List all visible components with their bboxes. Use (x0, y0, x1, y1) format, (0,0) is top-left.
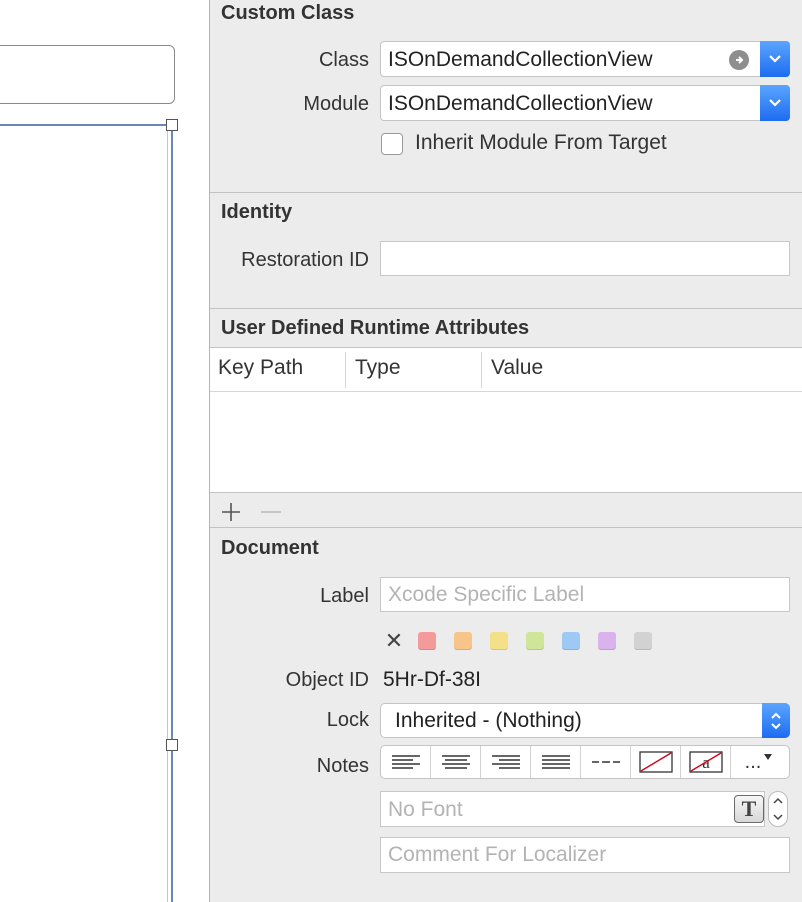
natural-align-icon (591, 761, 620, 763)
no-background-button[interactable] (631, 746, 681, 778)
comment-field[interactable] (380, 837, 790, 873)
custom-class-title: Custom Class (221, 2, 355, 24)
doc-label-label: Label (320, 585, 369, 607)
column-value[interactable]: Value (491, 356, 543, 380)
notes-format-toolbar: a ... (380, 745, 790, 779)
restoration-id-field[interactable] (380, 241, 790, 276)
module-combobox[interactable]: ISOnDemandCollectionView (380, 85, 790, 121)
color-swatch-gray[interactable] (634, 632, 652, 650)
class-dropdown-button[interactable] (760, 41, 790, 77)
color-swatch-green[interactable] (526, 632, 544, 650)
no-text-color-button[interactable]: a (681, 746, 731, 778)
section-divider (210, 308, 802, 309)
go-to-class-icon[interactable] (729, 50, 749, 70)
up-down-chevron-icon (771, 712, 781, 729)
class-combobox[interactable]: ISOnDemandCollectionView (380, 41, 790, 77)
document-title: Document (221, 537, 319, 559)
more-format-label: ... (744, 750, 762, 773)
resize-handle-top-right[interactable] (166, 119, 178, 131)
module-value[interactable]: ISOnDemandCollectionView (388, 92, 653, 116)
color-swatch-blue[interactable] (562, 632, 580, 650)
runtime-attributes-title: User Defined Runtime Attributes (221, 317, 530, 339)
align-right-icon (491, 755, 520, 769)
table-toolbar (210, 497, 802, 527)
column-type[interactable]: Type (355, 356, 401, 380)
clear-color-icon[interactable]: ✕ (384, 628, 404, 654)
natural-align-button[interactable] (581, 746, 631, 778)
chevron-up-icon (773, 797, 783, 804)
canvas-text-field[interactable] (0, 45, 175, 104)
align-center-icon (441, 755, 470, 769)
module-label: Module (303, 93, 369, 115)
font-picker-icon[interactable]: T (734, 795, 764, 823)
font-placeholder: No Font (388, 798, 463, 821)
storyboard-canvas[interactable] (0, 0, 209, 902)
label-color-picker: ✕ (384, 628, 670, 654)
selected-view-frame[interactable] (0, 124, 173, 902)
notes-font-field[interactable]: No Font T (380, 791, 765, 827)
chevron-down-icon (773, 814, 783, 821)
font-size-stepper[interactable] (768, 791, 788, 827)
align-left-icon (391, 755, 420, 769)
identity-title: Identity (221, 201, 293, 223)
column-key-path[interactable]: Key Path (218, 356, 303, 380)
remove-icon[interactable] (259, 501, 283, 523)
section-divider (210, 192, 802, 193)
identity-inspector: Custom Class Class ISOnDemandCollectionV… (209, 0, 802, 902)
color-swatch-purple[interactable] (598, 632, 616, 650)
justify-button[interactable] (531, 746, 581, 778)
lock-label: Lock (326, 709, 369, 731)
object-id-label: Object ID (285, 669, 369, 691)
column-separator (345, 352, 346, 388)
comment-input[interactable] (381, 838, 789, 872)
class-label: Class (318, 49, 369, 71)
lock-popup-button[interactable] (762, 703, 790, 738)
dropdown-triangle-icon (764, 754, 773, 760)
restoration-id-label: Restoration ID (241, 249, 369, 271)
align-center-button[interactable] (431, 746, 481, 778)
runtime-attributes-table[interactable]: Key Path Type Value (210, 347, 802, 493)
justify-icon (541, 755, 570, 769)
more-format-button[interactable]: ... (731, 746, 787, 778)
lock-popup[interactable]: Inherited - (Nothing) (380, 703, 790, 738)
align-right-button[interactable] (481, 746, 531, 778)
doc-label-field[interactable] (380, 577, 790, 612)
notes-label: Notes (316, 755, 369, 777)
chevron-down-icon (769, 99, 781, 107)
color-swatch-red[interactable] (418, 632, 436, 650)
inherit-module-label[interactable]: Inherit Module From Target (415, 131, 667, 155)
restoration-id-input[interactable] (381, 242, 789, 275)
column-separator (481, 352, 482, 388)
align-left-button[interactable] (381, 746, 431, 778)
color-swatch-orange[interactable] (454, 632, 472, 650)
add-icon[interactable] (220, 501, 242, 523)
object-id-value: 5Hr-Df-38I (383, 668, 482, 691)
doc-label-input[interactable] (381, 578, 789, 611)
no-color-icon (638, 751, 673, 773)
module-dropdown-button[interactable] (760, 85, 790, 121)
class-value[interactable]: ISOnDemandCollectionView (388, 48, 653, 72)
color-swatch-yellow[interactable] (490, 632, 508, 650)
section-divider (210, 527, 802, 528)
chevron-down-icon (769, 55, 781, 63)
lock-value[interactable]: Inherited - (Nothing) (395, 709, 582, 733)
no-text-color-icon: a (688, 751, 723, 773)
inherit-module-checkbox[interactable] (381, 133, 403, 155)
resize-handle-right[interactable] (166, 739, 178, 751)
table-header: Key Path Type Value (210, 348, 802, 392)
